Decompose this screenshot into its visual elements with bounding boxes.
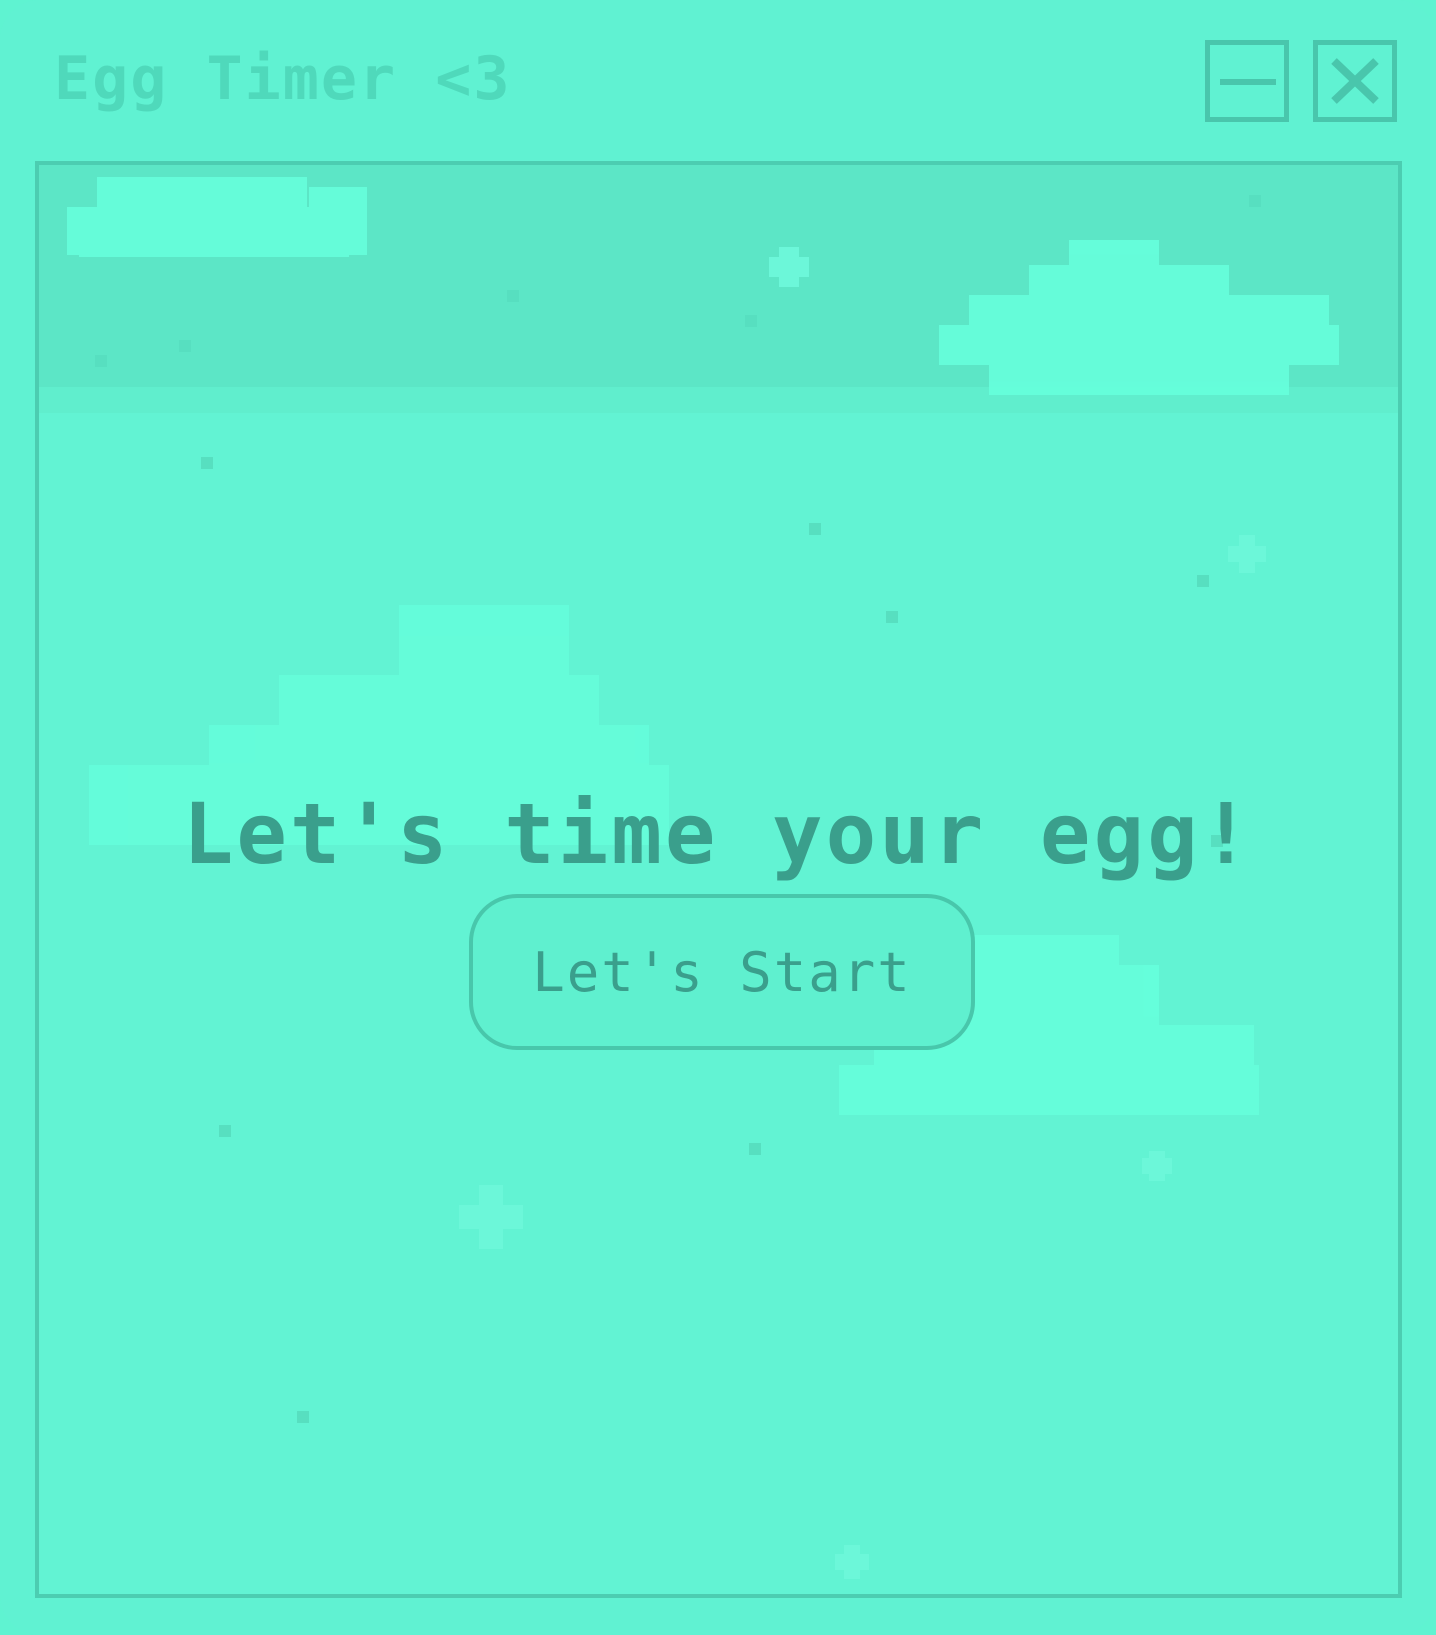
close-icon (1331, 58, 1379, 104)
close-button[interactable] (1313, 40, 1397, 122)
cloud-decoration (67, 177, 367, 257)
cloud-decoration (939, 240, 1339, 395)
minimize-icon (1220, 79, 1276, 85)
content-panel: Let's time your egg! Let's Start (35, 161, 1402, 1598)
egg-timer-window: Egg Timer <3 Let's time your egg! Let's … (0, 0, 1436, 1635)
window-title: Egg Timer <3 (54, 44, 512, 114)
minimize-button[interactable] (1205, 40, 1289, 122)
page-heading: Let's time your egg! (182, 785, 1255, 883)
start-button[interactable]: Let's Start (469, 894, 975, 1050)
